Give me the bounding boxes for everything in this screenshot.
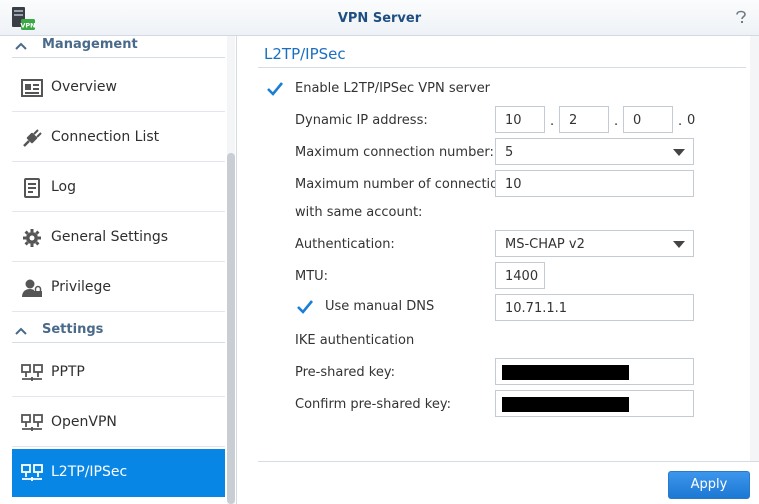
ip-octet-3-input[interactable]: 0 <box>623 106 673 133</box>
ip-octet-1-input[interactable]: 10 <box>495 106 545 133</box>
network-icon <box>21 414 43 431</box>
ip-octet-2-input[interactable]: 2 <box>559 106 609 133</box>
section-title: L2TP/IPSec <box>264 45 346 63</box>
section-divider <box>258 67 746 68</box>
sidebar-item-label: Overview <box>51 79 117 95</box>
network-icon <box>21 364 43 381</box>
max-connection-label: Maximum connection number: <box>295 145 494 160</box>
manual-dns-checkbox[interactable] <box>296 298 314 316</box>
sidebar-item-label: Privilege <box>51 279 112 295</box>
redacted-value <box>502 397 629 412</box>
mtu-input[interactable]: 1400 <box>495 262 545 289</box>
chevron-down-icon <box>673 149 685 156</box>
authentication-label: Authentication: <box>295 237 395 252</box>
group-management[interactable]: Management <box>12 36 225 58</box>
mtu-label: MTU: <box>295 269 329 284</box>
sidebar-item-label: Connection List <box>51 129 160 145</box>
sidebar-item-privilege[interactable]: Privilege <box>12 264 225 312</box>
authentication-value: MS-CHAP v2 <box>505 237 585 252</box>
sidebar-item-label: General Settings <box>51 229 169 245</box>
sidebar-item-log[interactable]: Log <box>12 164 225 212</box>
ip-separator: . <box>614 114 619 129</box>
group-label: Management <box>42 37 138 52</box>
footer-divider <box>258 461 759 462</box>
plug-icon <box>23 129 42 147</box>
enable-label: Enable L2TP/IPSec VPN server <box>295 81 491 96</box>
sidebar-item-label: OpenVPN <box>51 414 117 430</box>
title-bar: VPN VPN Server <box>0 0 759 36</box>
network-icon <box>21 464 43 481</box>
sidebar: Management Overview Connection List Log <box>0 36 237 504</box>
ip-separator: . <box>550 114 555 129</box>
chevron-up-icon <box>15 327 27 335</box>
sidebar-scrollbar-thumb[interactable] <box>227 153 235 504</box>
authentication-select[interactable]: MS-CHAP v2 <box>495 230 694 257</box>
log-icon <box>24 178 40 198</box>
sidebar-item-connection-list[interactable]: Connection List <box>12 114 225 162</box>
manual-dns-label: Use manual DNS <box>325 299 435 314</box>
max-same-account-label-line1: Maximum number of connections <box>295 177 514 192</box>
sidebar-item-label: Log <box>51 179 77 195</box>
sidebar-item-general-settings[interactable]: General Settings <box>12 214 225 262</box>
apply-button[interactable]: Apply <box>668 471 750 499</box>
enable-checkbox[interactable] <box>266 80 284 98</box>
user-lock-icon <box>22 279 42 297</box>
psk-input[interactable] <box>495 358 694 385</box>
sidebar-item-label: L2TP/IPSec <box>51 464 128 480</box>
chevron-up-icon <box>15 42 27 50</box>
chevron-down-icon <box>673 241 685 248</box>
group-label: Settings <box>42 322 104 337</box>
max-connection-value: 5 <box>505 145 514 160</box>
help-icon[interactable] <box>733 9 749 25</box>
ike-authentication-label: IKE authentication <box>295 333 415 348</box>
group-settings[interactable]: Settings <box>12 321 225 343</box>
ip-separator: . <box>678 114 683 129</box>
dynamic-ip-label: Dynamic IP address: <box>295 113 428 128</box>
dns-input[interactable]: 10.71.1.1 <box>495 294 694 321</box>
redacted-value <box>502 365 629 380</box>
max-connection-select[interactable]: 5 <box>495 138 694 165</box>
sidebar-item-pptp[interactable]: PPTP <box>12 349 225 397</box>
max-same-account-input[interactable]: 10 <box>495 170 694 197</box>
psk-label: Pre-shared key: <box>295 365 395 380</box>
gear-icon <box>23 229 41 247</box>
confirm-psk-label: Confirm pre-shared key: <box>295 397 451 412</box>
confirm-psk-input[interactable] <box>495 390 694 417</box>
ip-octet-4-value: 0 <box>687 113 696 128</box>
window-title: VPN Server <box>337 11 422 26</box>
sidebar-item-label: PPTP <box>51 364 85 380</box>
sidebar-item-overview[interactable]: Overview <box>12 64 225 112</box>
sidebar-item-openvpn[interactable]: OpenVPN <box>12 399 225 447</box>
main-panel: L2TP/IPSec Enable L2TP/IPSec VPN server … <box>244 36 759 504</box>
max-same-account-label-line2: with same account: <box>295 205 423 220</box>
main-scrollbar-track[interactable] <box>750 36 759 461</box>
overview-icon <box>21 79 43 97</box>
sidebar-item-l2tp-ipsec[interactable]: L2TP/IPSec <box>12 449 225 497</box>
